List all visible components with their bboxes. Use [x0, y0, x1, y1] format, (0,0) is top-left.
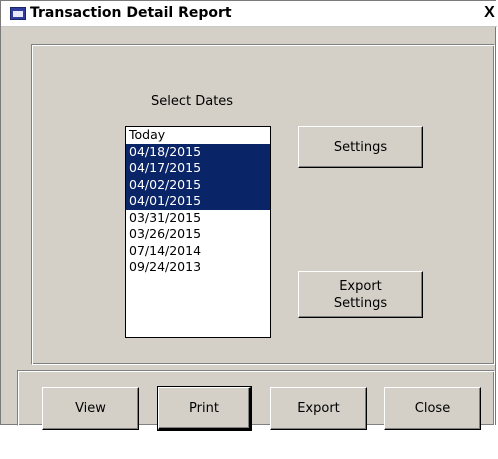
date-list-item[interactable]: 04/17/2015 — [126, 160, 270, 177]
close-button[interactable]: Close — [384, 387, 481, 430]
dates-listbox[interactable]: Today 04/18/2015 04/17/2015 04/02/2015 04/01… — [125, 126, 271, 338]
settings-button[interactable]: Settings — [298, 126, 423, 168]
export-settings-button[interactable]: Export Settings — [298, 271, 423, 318]
close-window-button[interactable]: X — [482, 3, 497, 23]
select-dates-label: Select Dates — [151, 94, 234, 109]
export-button[interactable]: Export — [270, 387, 367, 430]
dialog-window: Transaction Detail Report X Select Dates… — [0, 0, 497, 431]
date-list-item[interactable]: 04/18/2015 — [126, 143, 270, 160]
print-button[interactable]: Print — [157, 386, 252, 431]
date-list-item[interactable]: Today — [126, 127, 270, 144]
date-list-item[interactable]: 09/24/2013 — [126, 259, 270, 276]
date-list-item[interactable]: 07/14/2014 — [126, 243, 270, 260]
view-button[interactable]: View — [42, 387, 139, 430]
window-title: Transaction Detail Report — [30, 5, 232, 21]
date-list-item[interactable]: 04/02/2015 — [126, 176, 270, 193]
app-icon — [10, 7, 26, 20]
title-bar[interactable]: Transaction Detail Report X — [1, 1, 497, 27]
date-list-item[interactable]: 04/01/2015 — [126, 193, 270, 210]
date-list-item[interactable]: 03/26/2015 — [126, 226, 270, 243]
date-list-item[interactable]: 03/31/2015 — [126, 210, 270, 227]
